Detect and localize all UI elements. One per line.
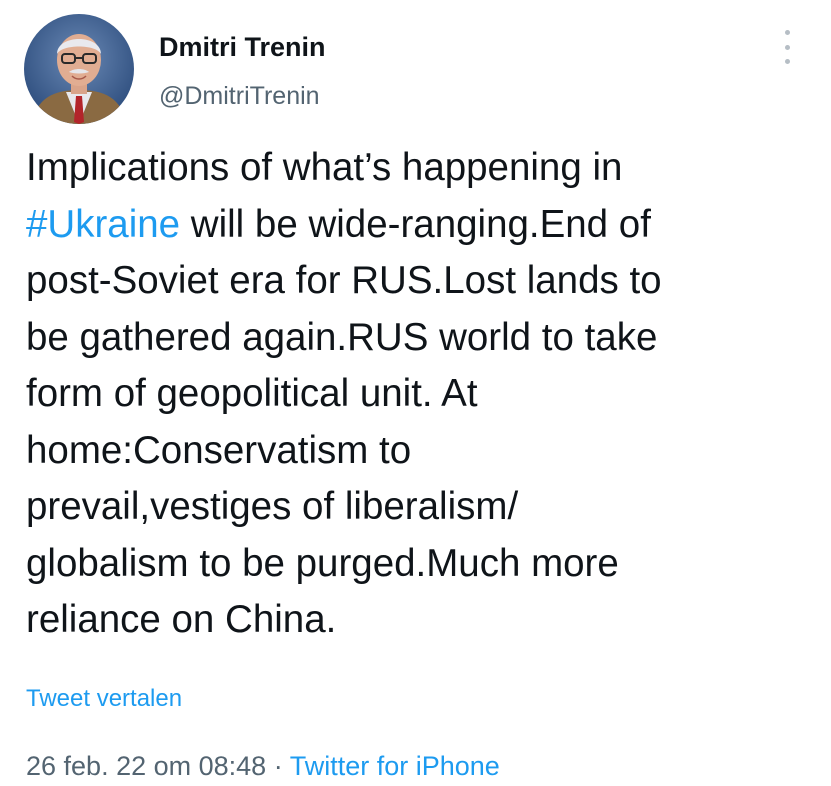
timestamp[interactable]: 26 feb. 22 om 08:48: [26, 751, 266, 781]
tweet-line: be gathered again.RUS world to take: [26, 310, 816, 367]
tweet-text-segment: be gathered again.RUS world to take: [26, 315, 658, 359]
tweet-line: form of geopolitical unit. At: [26, 366, 816, 423]
tweet-line: post-Soviet era for RUS.Lost lands to: [26, 253, 816, 310]
display-name[interactable]: Dmitri Trenin: [159, 30, 326, 64]
tweet-text-segment: reliance on China.: [26, 598, 337, 641]
tweet-text-segment: globalism to be purged.Much more: [26, 541, 619, 585]
more-dot: [784, 59, 790, 64]
hashtag-link[interactable]: #Ukraine: [26, 203, 180, 246]
translate-tweet-link[interactable]: Tweet vertalen: [26, 684, 182, 714]
more-dot: [784, 30, 790, 35]
avatar[interactable]: [24, 14, 134, 124]
tweet-line: reliance on China.: [26, 592, 816, 649]
more-dot: [784, 44, 790, 50]
tweet-line: prevail,vestiges of liberalism/: [26, 479, 816, 536]
tweet-text: Implications of what’s happening in #Ukr…: [26, 140, 816, 649]
source-link[interactable]: Twitter for iPhone: [290, 751, 500, 781]
tweet-line: home:Conservatism to: [26, 423, 816, 480]
tweet-card: Dmitri Trenin @DmitriTrenin Implications…: [0, 0, 831, 786]
avatar-photo-icon: [24, 14, 134, 124]
tweet-line: Implications of what’s happening in: [26, 140, 816, 197]
username-handle[interactable]: @DmitriTrenin: [159, 80, 320, 112]
tweet-text-segment: form of geopolitical unit. At: [26, 372, 478, 415]
meta-separator: ·: [266, 751, 290, 781]
more-vertical-icon[interactable]: [777, 30, 797, 64]
tweet-text-segment: Implications of what’s happening in: [26, 146, 623, 189]
tweet-text-segment: home:Conservatism to: [26, 428, 412, 472]
tweet-text-segment: post-Soviet era for RUS.Lost lands to: [26, 259, 662, 302]
tweet-text-segment: prevail,vestiges of liberalism/: [26, 485, 519, 528]
tweet-metadata: 26 feb. 22 om 08:48 · Twitter for iPhone: [26, 749, 500, 783]
tweet-line: globalism to be purged.Much more: [26, 536, 816, 593]
tweet-text-segment: will be wide-ranging.End of: [180, 202, 651, 246]
tweet-line: #Ukraine will be wide-ranging.End of: [26, 197, 816, 254]
